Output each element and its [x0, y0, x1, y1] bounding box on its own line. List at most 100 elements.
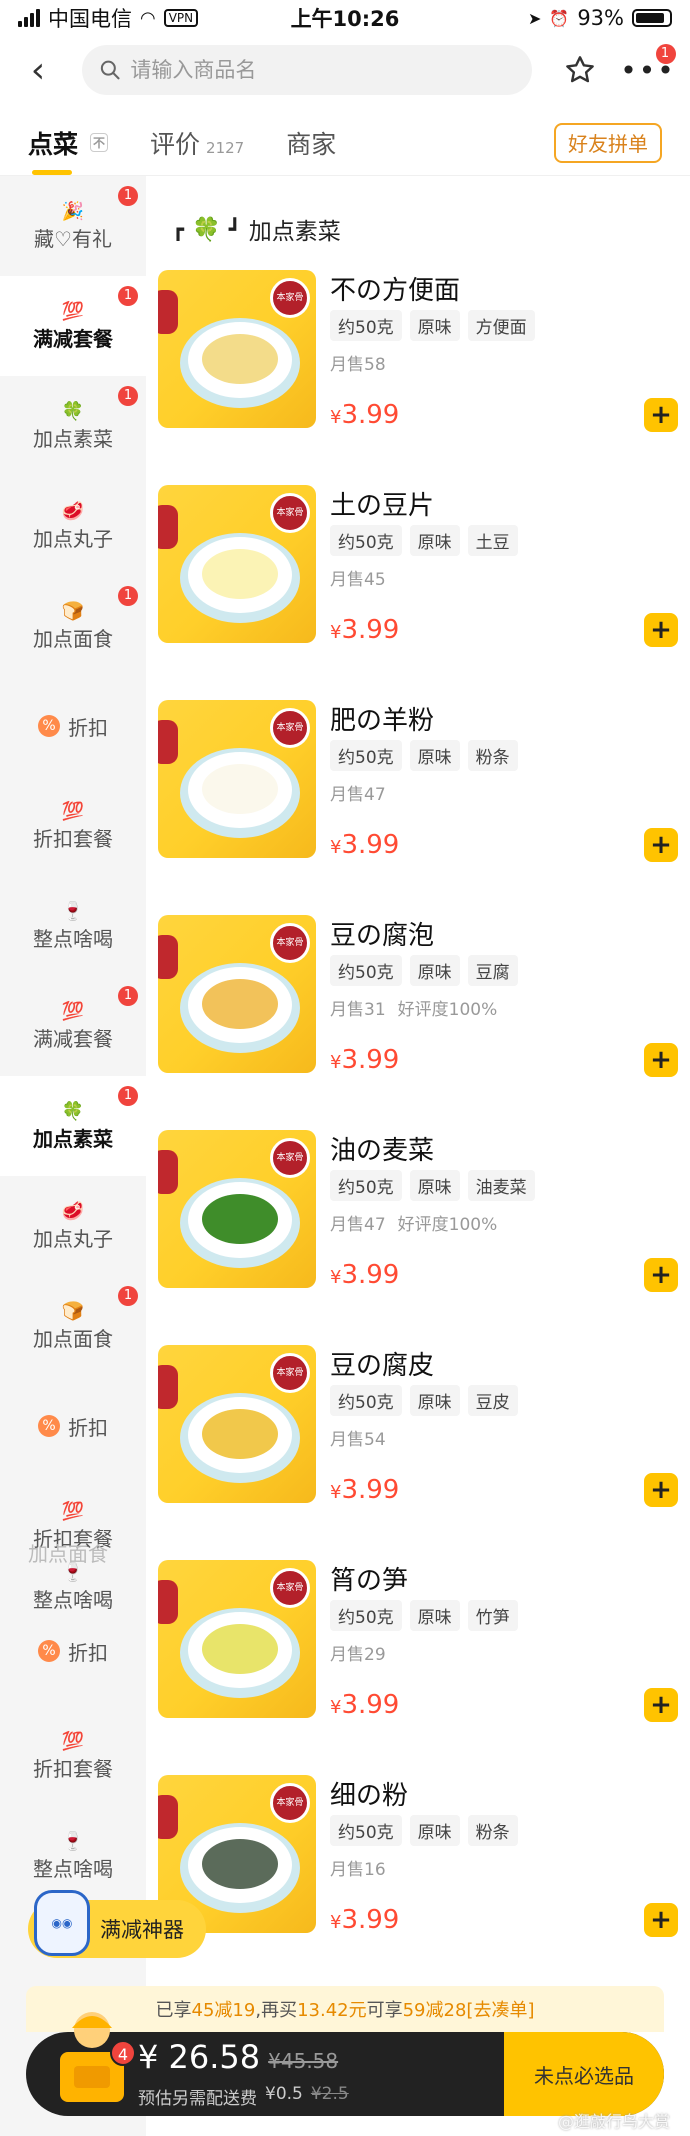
- dish-name[interactable]: 豆の腐泡: [330, 915, 434, 952]
- tab-bar: 点菜 不 评价 2127 商家 好友拼单: [0, 110, 690, 176]
- add-to-cart-button[interactable]: +: [644, 1258, 678, 1292]
- dish-image[interactable]: 本家骨: [158, 270, 316, 428]
- dish-name[interactable]: 油の麦菜: [330, 1130, 434, 1167]
- dish-tag: 原味: [409, 310, 460, 341]
- dish-card[interactable]: 本家骨 豆の腐泡 约50克 原味 豆腐 月售31 好评度100% ¥3.99 +: [158, 915, 678, 1115]
- sidebar-item-noodles-2[interactable]: 🍞 加点面食 1: [0, 1276, 146, 1376]
- hundred-icon: 💯: [61, 1730, 85, 1752]
- sidebar-item-discount[interactable]: % 折扣: [0, 676, 146, 776]
- dish-monthly-sales: 月售47: [330, 785, 386, 805]
- search-icon: [100, 60, 120, 80]
- add-to-cart-button[interactable]: +: [644, 828, 678, 862]
- tab-merchant[interactable]: 商家: [286, 125, 336, 161]
- status-bar: 中国电信 ◠ VPN 上午10:26 ➤ ⏰ 93%: [0, 0, 690, 36]
- plus-icon: +: [650, 1475, 672, 1505]
- dish-tag: 原味: [409, 955, 460, 986]
- promo-assistant-button[interactable]: ◉◉ 满减神器: [28, 1890, 206, 1958]
- dish-card[interactable]: 本家骨 筲の笋 约50克 原味 竹笋 月售29 ¥3.99 +: [158, 1560, 678, 1760]
- dish-sales: 月售16: [330, 1855, 398, 1880]
- current-discount: 45减19: [191, 2000, 256, 2021]
- meat-icon: 🥩: [61, 500, 85, 522]
- dish-card[interactable]: 本家骨 细の粉 约50克 原味 粉条 月售16 ¥3.99 +: [158, 1775, 678, 1975]
- dish-image[interactable]: 本家骨: [158, 915, 316, 1073]
- dish-tag: 油麦菜: [467, 1170, 535, 1201]
- sidebar-item-drinks-2[interactable]: 🍷 整点啥喝: [0, 1552, 146, 1622]
- carrier-label: 中国电信: [48, 7, 132, 31]
- favorite-button[interactable]: [560, 50, 600, 90]
- amount-needed: 13.42元: [297, 2000, 367, 2021]
- dish-image[interactable]: 本家骨: [158, 1345, 316, 1503]
- dish-tag: 原味: [409, 1170, 460, 1201]
- dish-name[interactable]: 不の方便面: [330, 270, 460, 307]
- dish-image[interactable]: 本家骨: [158, 1560, 316, 1718]
- discount-icon: %: [38, 1640, 60, 1662]
- add-to-cart-button[interactable]: +: [644, 613, 678, 647]
- notification-badge: 1: [656, 44, 676, 64]
- plus-icon: +: [650, 1690, 672, 1720]
- sidebar-item-combo-2[interactable]: 💯 满减套餐 1: [0, 976, 146, 1076]
- search-box[interactable]: [82, 45, 532, 95]
- sidebar-item-combo[interactable]: 💯 满减套餐 1: [0, 276, 146, 376]
- dish-name[interactable]: 豆の腐皮: [330, 1345, 434, 1382]
- add-to-cart-button[interactable]: +: [644, 1473, 678, 1507]
- sidebar-item-gift[interactable]: 🎉 藏♡有礼 1: [0, 176, 146, 276]
- add-more-link[interactable]: [去凑单]: [466, 1996, 534, 2022]
- dish-card[interactable]: 本家骨 土の豆片 约50克 原味 土豆 月售45 ¥3.99 +: [158, 485, 678, 685]
- delivery-label: 预估另需配送费: [138, 2089, 257, 2109]
- sidebar-item-veg[interactable]: 🍀 加点素菜 1: [0, 376, 146, 476]
- food: [202, 334, 278, 384]
- currency-symbol: ¥: [330, 622, 342, 643]
- dish-price: ¥3.99: [330, 1905, 399, 1935]
- add-to-cart-button[interactable]: +: [644, 1043, 678, 1077]
- sidebar-item-discount-3[interactable]: % 折扣: [0, 1616, 146, 1686]
- sidebar-item-label: 整点啥喝: [33, 926, 113, 951]
- plus-icon: +: [650, 400, 672, 430]
- cart-total: ¥ 26.58: [138, 2038, 261, 2076]
- chili-decoration: [158, 505, 178, 549]
- tab-order[interactable]: 点菜 不: [28, 125, 109, 175]
- chili-decoration: [158, 290, 178, 334]
- dish-monthly-sales: 月售29: [330, 1645, 386, 1665]
- sidebar-item-balls[interactable]: 🥩 加点丸子: [0, 476, 146, 576]
- dish-monthly-sales: 月售31: [330, 1000, 386, 1020]
- add-to-cart-button[interactable]: +: [644, 1903, 678, 1937]
- dish-name[interactable]: 筲の笋: [330, 1560, 408, 1597]
- dish-card[interactable]: 本家骨 肥の羊粉 约50克 原味 粉条 月售47 ¥3.99 +: [158, 700, 678, 900]
- dish-card[interactable]: 本家骨 不の方便面 约50克 原味 方便面 月售58 ¥3.99 +: [158, 270, 678, 470]
- dish-price: ¥3.99: [330, 1475, 399, 1505]
- dish-image[interactable]: 本家骨: [158, 1130, 316, 1288]
- dish-sales: 月售47: [330, 780, 398, 805]
- plus-icon: +: [650, 615, 672, 645]
- sidebar-item-veg-2[interactable]: 🍀 加点素菜 1: [0, 1076, 146, 1176]
- add-to-cart-button[interactable]: +: [644, 398, 678, 432]
- sidebar-item-discount-combo[interactable]: 💯 折扣套餐: [0, 776, 146, 876]
- sidebar-item-discount-2[interactable]: % 折扣: [0, 1376, 146, 1476]
- dish-image[interactable]: 本家骨: [158, 700, 316, 858]
- more-button[interactable]: ••• 1: [620, 44, 676, 90]
- add-to-cart-button[interactable]: +: [644, 1688, 678, 1722]
- dish-name[interactable]: 土の豆片: [330, 485, 434, 522]
- dish-card[interactable]: 本家骨 油の麦菜 约50克 原味 油麦菜 月售47 好评度100% ¥3.99 +: [158, 1130, 678, 1330]
- dish-price: ¥3.99: [330, 400, 399, 430]
- dish-name[interactable]: 肥の羊粉: [330, 700, 434, 737]
- dish-name[interactable]: 细の粉: [330, 1775, 408, 1812]
- promo-label: 满减神器: [100, 1918, 184, 1942]
- dish-tags: 约50克 原味 粉条: [330, 740, 518, 771]
- dish-image[interactable]: 本家骨: [158, 485, 316, 643]
- dish-price-value: 3.99: [341, 1045, 400, 1075]
- store-logo-icon: 本家骨: [270, 923, 310, 963]
- checkout-button[interactable]: 未点必选品: [504, 2032, 664, 2116]
- back-button[interactable]: ‹: [18, 50, 58, 91]
- search-input[interactable]: [130, 58, 514, 82]
- sidebar-badge: 1: [118, 986, 138, 1006]
- sidebar-item-row: % 折扣: [38, 1412, 108, 1441]
- sidebar-item-noodles[interactable]: 🍞 加点面食 1: [0, 576, 146, 676]
- tab-reviews[interactable]: 评价 2127: [150, 125, 244, 161]
- sidebar-item-balls-2[interactable]: 🥩 加点丸子: [0, 1176, 146, 1276]
- robot-icon: ◉◉: [34, 1890, 90, 1956]
- sidebar-item-label: 整点啥喝: [33, 1587, 113, 1612]
- group-order-button[interactable]: 好友拼单: [554, 122, 662, 163]
- dish-card[interactable]: 本家骨 豆の腐皮 约50克 原味 豆皮 月售54 ¥3.99 +: [158, 1345, 678, 1545]
- sidebar-item-discount-combo-3[interactable]: 💯 折扣套餐: [0, 1706, 146, 1806]
- sidebar-item-drinks[interactable]: 🍷 整点啥喝: [0, 876, 146, 976]
